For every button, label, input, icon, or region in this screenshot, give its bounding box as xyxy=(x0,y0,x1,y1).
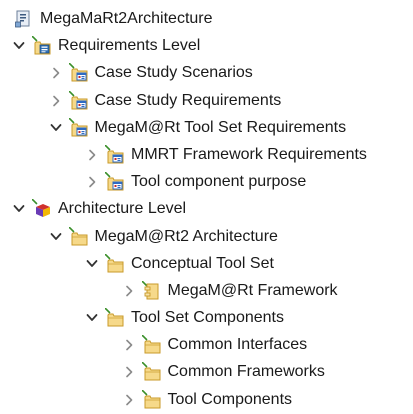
chevron-down-icon[interactable] xyxy=(86,256,98,272)
tree-item-megam-rt-tool-set-requirements[interactable]: MegaM@Rt Tool Set Requirements xyxy=(0,115,413,142)
package-requirements-icon xyxy=(32,36,52,56)
chevron-right-icon[interactable] xyxy=(123,337,135,353)
tree-item-tool-components[interactable]: Tool Components xyxy=(0,387,413,414)
tree-item-label: Case Study Scenarios xyxy=(94,64,253,82)
requirement-package-icon xyxy=(68,90,89,111)
chevron-right-icon[interactable] xyxy=(123,364,135,380)
tree-item-label: MegaM@Rt Framework xyxy=(167,281,338,299)
tree-item-label: Common Frameworks xyxy=(167,363,325,381)
tree-item-label: Common Interfaces xyxy=(167,336,308,354)
chevron-down-icon[interactable] xyxy=(50,229,62,245)
tree-item-tool-set-components[interactable]: Tool Set Components xyxy=(0,305,413,332)
component-icon xyxy=(141,280,162,301)
tree-item-megam-rt-framework[interactable]: MegaM@Rt Framework xyxy=(0,278,413,305)
chevron-down-icon[interactable] xyxy=(86,310,98,326)
tree-item-label: Requirements Level xyxy=(58,37,201,55)
tree-item-label: MMRT Framework Requirements xyxy=(131,145,367,163)
tree-item-label: Conceptual Tool Set xyxy=(131,254,274,272)
tree-item-label: MegaM@Rt2 Architecture xyxy=(94,227,278,245)
folder-icon xyxy=(141,335,162,355)
requirement-package-icon xyxy=(105,144,125,165)
folder-icon xyxy=(105,308,125,328)
model-tree: MegaMaRt2Architecture Requirements Level C… xyxy=(0,6,413,414)
tree-item-requirements-level[interactable]: Requirements Level xyxy=(0,33,413,60)
chevron-right-icon[interactable] xyxy=(86,147,98,163)
chevron-down-icon[interactable] xyxy=(13,201,25,217)
tree-item-conceptual-tool-set[interactable]: Conceptual Tool Set xyxy=(0,251,413,278)
tree-item-label: Tool Set Components xyxy=(131,309,284,327)
tree-item-label: Architecture Level xyxy=(58,200,187,218)
folder-icon xyxy=(68,226,89,247)
tree-item-architecture-level[interactable]: Architecture Level xyxy=(0,196,413,223)
tree-item-common-frameworks[interactable]: Common Frameworks xyxy=(0,359,413,386)
architecture-level-icon xyxy=(32,199,52,219)
model-icon xyxy=(14,9,34,29)
chevron-right-icon[interactable] xyxy=(50,65,62,81)
chevron-right-icon[interactable] xyxy=(50,93,62,109)
tree-item-tool-component-purpose[interactable]: Tool component purpose xyxy=(0,169,413,196)
chevron-down-icon[interactable] xyxy=(13,38,25,54)
requirement-package-icon xyxy=(105,172,125,192)
chevron-right-icon[interactable] xyxy=(123,392,135,408)
tree-item-case-study-requirements[interactable]: Case Study Requirements xyxy=(0,88,413,115)
chevron-right-icon[interactable] xyxy=(86,174,98,190)
chevron-down-icon[interactable] xyxy=(50,120,62,136)
tree-item-megam-rt2-architecture[interactable]: MegaM@Rt2 Architecture xyxy=(0,224,413,251)
tree-item-common-interfaces[interactable]: Common Interfaces xyxy=(0,332,413,359)
tree-item-label: MegaM@Rt Tool Set Requirements xyxy=(94,118,347,136)
requirement-package-icon xyxy=(68,63,89,83)
tree-item-label: Tool component purpose xyxy=(131,173,307,191)
tree-item-mmrt-framework-requirements[interactable]: MMRT Framework Requirements xyxy=(0,142,413,169)
tree-item-label: Tool Components xyxy=(167,390,293,408)
tree-item-megamart2architecture[interactable]: MegaMaRt2Architecture xyxy=(0,6,413,33)
folder-icon xyxy=(141,362,162,382)
tree-item-label: MegaMaRt2Architecture xyxy=(40,10,213,27)
tree-item-label: Case Study Requirements xyxy=(94,91,282,109)
folder-icon xyxy=(141,389,162,410)
requirement-package-icon xyxy=(68,117,89,138)
tree-item-case-study-scenarios[interactable]: Case Study Scenarios xyxy=(0,60,413,87)
chevron-right-icon[interactable] xyxy=(123,283,135,299)
folder-icon xyxy=(105,253,125,274)
